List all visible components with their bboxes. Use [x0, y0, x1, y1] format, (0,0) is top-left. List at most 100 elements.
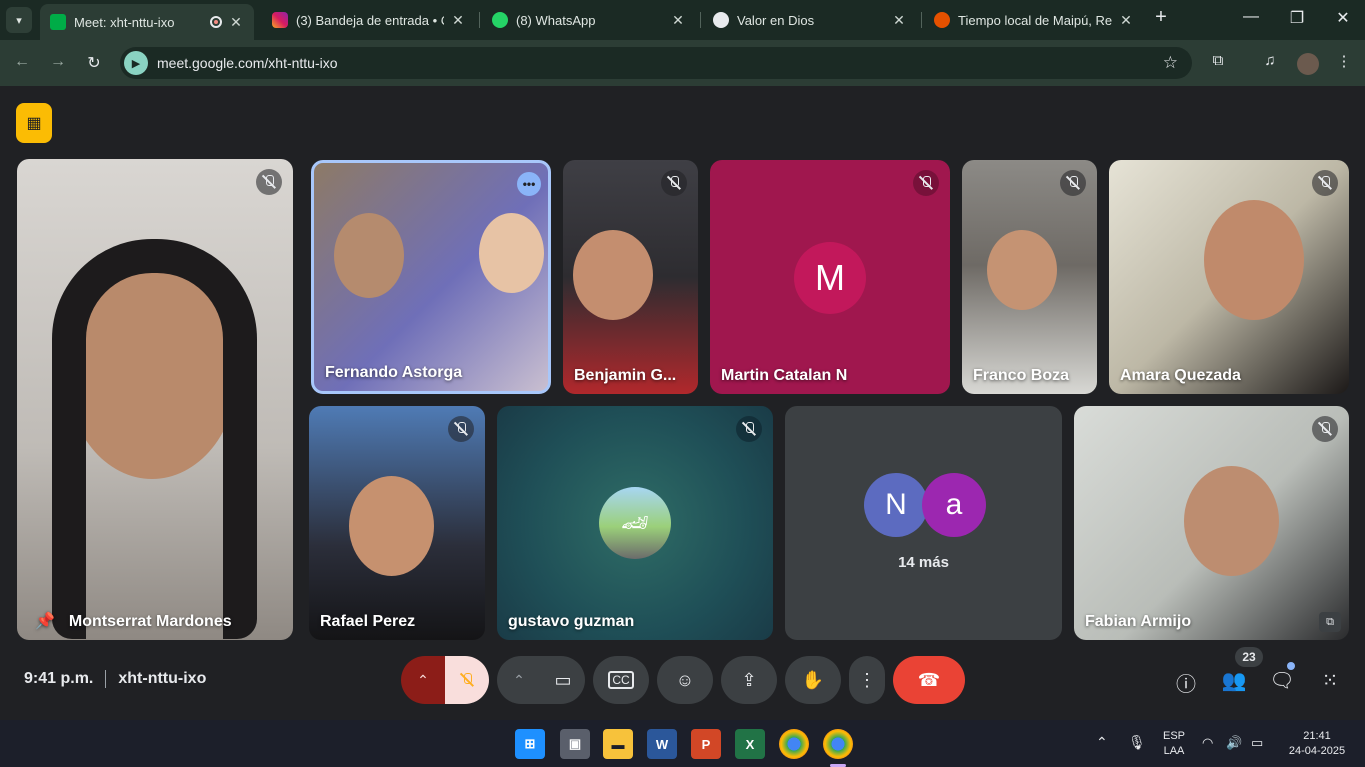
participant-tile-rafael[interactable]: Rafael Perez — [309, 406, 485, 640]
task-view-icon[interactable]: ▣ — [560, 729, 590, 759]
tab-whatsapp[interactable]: (8) WhatsApp ✕ — [482, 4, 696, 36]
address-bar[interactable]: ▶ meet.google.com/xht-nttu-ixo ☆ — [120, 47, 1192, 79]
google-meet-icon — [50, 14, 66, 30]
tab-weather[interactable]: Tiempo local de Maipú, Regi ✕ — [924, 4, 1144, 36]
participant-tile-montserrat[interactable]: 📌 Montserrat Mardones — [17, 159, 293, 640]
microphone-tray-icon[interactable]: 🎙 — [1128, 734, 1146, 751]
pin-icon: 📌 — [35, 613, 55, 630]
reload-icon[interactable]: ↻ — [84, 53, 104, 73]
camera-button[interactable]: ▭ — [541, 656, 585, 704]
participant-name: gustavo guzman — [508, 613, 635, 630]
more-options-button[interactable]: ••• — [517, 172, 541, 196]
camera-icon: ▭ — [554, 669, 572, 690]
new-tab-button[interactable]: + — [1149, 6, 1173, 29]
picture-in-picture-icon[interactable]: ⧉ — [1319, 612, 1341, 632]
tab-search-button[interactable]: ▾ — [6, 7, 32, 33]
restore-icon[interactable]: ❐ — [1285, 8, 1309, 28]
leave-call-button[interactable]: ☎ — [893, 656, 965, 704]
tab-separator — [479, 12, 480, 28]
chrome-icon[interactable] — [823, 729, 853, 759]
participant-name: Martin Catalan N — [721, 367, 848, 384]
present-button[interactable]: ⇪ — [721, 656, 777, 704]
participant-name: Fabian Armijo — [1085, 613, 1192, 630]
file-explorer-icon[interactable]: ▬ — [603, 729, 633, 759]
instagram-icon — [272, 12, 288, 28]
participant-name: Amara Quezada — [1120, 367, 1241, 384]
camera-off-badge-icon[interactable]: ▦ — [16, 103, 52, 143]
more-options-button[interactable]: ⋮ — [849, 656, 885, 704]
back-arrow-icon[interactable]: ← — [12, 53, 32, 71]
url-text[interactable]: meet.google.com/xht-nttu-ixo — [157, 55, 338, 71]
volume-icon[interactable]: 🔊 — [1226, 735, 1242, 751]
participant-avatar: a — [922, 473, 986, 537]
meeting-details-icon[interactable]: ⓘ — [1173, 668, 1199, 697]
participant-name: Franco Boza — [973, 367, 1070, 384]
chrome-profile-icon[interactable] — [779, 729, 809, 759]
profile-avatar[interactable] — [1297, 53, 1319, 75]
participant-tile-gustavo[interactable]: 🏎 gustavo guzman — [497, 406, 773, 640]
mic-off-icon — [461, 673, 473, 687]
bookmark-star-icon[interactable]: ☆ — [1163, 53, 1178, 73]
minimize-icon[interactable]: — — [1239, 8, 1263, 26]
clock[interactable]: 21:41 24-04-2025 — [1282, 730, 1352, 757]
close-icon[interactable]: ✕ — [670, 12, 686, 29]
tray-chevron-icon[interactable]: ⌃ — [1096, 734, 1108, 751]
close-icon[interactable]: ✕ — [891, 12, 907, 29]
word-icon[interactable]: W — [647, 729, 677, 759]
powerpoint-icon[interactable]: P — [691, 729, 721, 759]
participant-tile-amara[interactable]: Amara Quezada — [1109, 160, 1349, 394]
camera-site-icon[interactable]: ▶ — [124, 51, 148, 75]
video-settings-chevron-icon[interactable]: ⌃ — [497, 656, 541, 704]
chevron-down-icon: ▾ — [16, 14, 22, 27]
audio-settings-chevron-icon[interactable]: ⌃ — [401, 656, 445, 704]
windows-start-icon[interactable]: ⊞ — [515, 729, 545, 759]
participant-tile-franco[interactable]: Franco Boza — [962, 160, 1097, 394]
hand-icon: ✋ — [801, 669, 825, 690]
video-feed — [334, 213, 404, 298]
people-icon[interactable]: 👥 — [1221, 668, 1247, 693]
tab-meet[interactable]: Meet: xht-nttu-ixo ✕ — [40, 4, 254, 40]
microphone-off-button[interactable] — [445, 656, 489, 704]
close-icon[interactable]: ✕ — [1118, 12, 1134, 29]
participant-tile-benjamin[interactable]: Benjamin G... — [563, 160, 698, 394]
input-language[interactable]: ESP LAA — [1161, 730, 1187, 757]
participant-tile-fernando[interactable]: ••• Fernando Astorga — [311, 160, 551, 394]
browser-tab-strip: ▾ Meet: xht-nttu-ixo ✕ (3) Bandeja de en… — [0, 0, 1365, 40]
tab-separator — [700, 12, 701, 28]
mic-muted-icon — [736, 416, 762, 442]
wifi-icon[interactable]: ◠ — [1202, 735, 1213, 751]
participant-avatar: N — [864, 473, 928, 537]
video-feed — [1204, 200, 1304, 320]
forward-arrow-icon[interactable]: → — [48, 53, 68, 71]
more-participants-tile[interactable]: N a 14 más — [785, 406, 1062, 640]
excel-icon[interactable]: X — [735, 729, 765, 759]
tab-valor-en-dios[interactable]: Valor en Dios ✕ — [703, 4, 917, 36]
meeting-info: 9:41 p.m. xht-nttu-ixo — [24, 670, 206, 688]
participant-name: 📌 Montserrat Mardones — [35, 613, 232, 630]
video-feed — [1184, 466, 1279, 576]
raise-hand-button[interactable]: ✋ — [785, 656, 841, 704]
close-icon[interactable]: ✕ — [228, 14, 244, 31]
more-participants-label: 14 más — [898, 554, 949, 571]
tab-instagram[interactable]: (3) Bandeja de entrada • Cha ✕ — [262, 4, 476, 36]
participant-tile-martin[interactable]: M Martin Catalan N — [710, 160, 950, 394]
openai-icon — [713, 12, 729, 28]
battery-icon[interactable]: ▭ — [1251, 735, 1263, 751]
participant-tile-fabian[interactable]: ⧉ Fabian Armijo — [1074, 406, 1349, 640]
close-window-icon[interactable]: ✕ — [1331, 8, 1355, 28]
mic-muted-icon — [1312, 416, 1338, 442]
recording-icon — [210, 16, 222, 28]
present-screen-icon: ⇪ — [741, 669, 757, 690]
captions-button[interactable]: CC — [593, 656, 649, 704]
chat-notification-dot — [1287, 662, 1295, 670]
video-feed — [479, 213, 544, 293]
extensions-icon[interactable]: ⧉ — [1207, 52, 1229, 69]
participant-avatar: M — [794, 242, 866, 314]
media-controls-icon[interactable]: ♫ — [1259, 52, 1281, 69]
chat-icon[interactable]: 🗨 — [1269, 668, 1295, 693]
menu-kebab-icon[interactable]: ⋮ — [1333, 52, 1355, 70]
activities-grid-icon[interactable]: ⁙ — [1317, 668, 1343, 693]
reactions-button[interactable]: ☺ — [657, 656, 713, 704]
video-feed — [987, 230, 1057, 310]
close-icon[interactable]: ✕ — [450, 12, 466, 29]
